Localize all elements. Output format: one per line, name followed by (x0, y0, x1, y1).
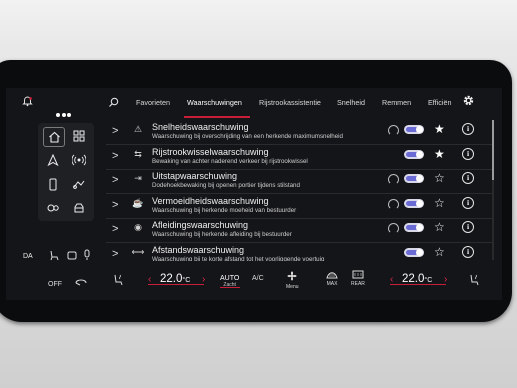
search-icon[interactable] (108, 97, 119, 108)
navigation-icon[interactable] (43, 151, 63, 169)
fan-icon (287, 271, 297, 281)
row-subtitle: Bewaking van achter naderend verkeer bij… (152, 157, 308, 165)
list-item[interactable]: > ⇆ Rijstrookwisselwaarschuwing Bewaking va… (106, 145, 492, 170)
temp-left-indicator (148, 284, 204, 285)
row-title: Afstandswaarschuwing (152, 244, 245, 255)
media-icon[interactable] (69, 175, 89, 193)
recirculation-icon[interactable] (74, 277, 88, 287)
distraction-icon: ◉ (134, 222, 142, 232)
chevron-right-icon[interactable]: > (112, 248, 118, 260)
row-subtitle: Waarschuwing bij herkende moeheid van be… (152, 206, 297, 214)
seat-icon[interactable] (48, 249, 60, 261)
list-item[interactable]: > ☕ Vermoeidheidswaarschuwing Waarschuwing … (106, 194, 492, 219)
fatigue-icon: ☕ (132, 197, 144, 208)
feature-toggle[interactable] (404, 223, 424, 232)
language-indicator[interactable]: DA (23, 253, 33, 260)
list-item[interactable]: > ⚠ Snelheidswaarschuwing Waarschuwing bij … (106, 120, 492, 145)
chevron-right-icon[interactable]: > (112, 223, 118, 235)
info-icon[interactable]: i (462, 123, 474, 135)
distance-icon: ⟷ (131, 246, 145, 257)
feature-toggle[interactable] (404, 198, 424, 208)
info-icon[interactable]: i (462, 221, 474, 233)
tab-favorieten[interactable]: Favorieten (136, 98, 170, 107)
seat-heating-left-icon[interactable] (112, 273, 124, 287)
info-icon[interactable]: i (462, 245, 474, 258)
info-icon[interactable]: i (462, 172, 474, 184)
star-outline-icon[interactable]: ☆ (434, 220, 445, 234)
gear-icon[interactable] (462, 94, 475, 107)
list-item[interactable]: > ◉ Afleidingswaarschuwing Waarschuwing bij… (106, 218, 492, 243)
chevron-right-icon[interactable]: > (112, 174, 118, 186)
rear-defrost-icon (352, 270, 364, 279)
row-title: Afleidingswaarschuwing (152, 220, 249, 230)
chevron-right-icon[interactable]: > (112, 150, 118, 162)
lane-change-icon: ⇆ (134, 148, 142, 159)
auto-mode-icon[interactable] (388, 223, 399, 234)
radio-icon[interactable] (69, 151, 89, 169)
phone-icon[interactable] (43, 175, 63, 193)
row-subtitle: Waarschuwing bij overschrijding van een … (152, 133, 343, 140)
star-outline-icon[interactable]: ☆ (434, 245, 445, 259)
vehicle-icon[interactable] (69, 199, 89, 217)
feature-toggle[interactable] (404, 125, 424, 134)
front-defrost-icon (326, 272, 338, 279)
active-tab-indicator (184, 116, 250, 118)
vehicle-status-icon[interactable] (66, 249, 78, 261)
microphone-icon[interactable] (82, 249, 92, 261)
auto-mode-icon[interactable] (388, 125, 399, 136)
rear-defrost-button[interactable]: REAR (351, 270, 365, 287)
climate-menu-button[interactable]: Menu (286, 270, 299, 290)
row-title: Rijstrookwisselwaarschuwing (152, 146, 269, 157)
info-icon[interactable]: i (462, 147, 474, 160)
auto-indicator (220, 287, 240, 288)
max-defrost-button[interactable]: MAX (326, 270, 338, 287)
star-outline-icon[interactable]: ☆ (434, 171, 445, 185)
tab-rijstrookassistentie[interactable]: Rijstrookassistentie (259, 98, 321, 107)
star-filled-icon[interactable]: ★ (434, 122, 445, 136)
row-title: Vermoeidheidswaarschuwing (152, 195, 269, 206)
temp-right-indicator (390, 284, 446, 285)
feature-toggle[interactable] (404, 247, 424, 257)
tab-snelheid[interactable]: Snelheid (337, 98, 365, 107)
infotainment-screen: Favorieten Waarschuwingen Rijstrookassis… (6, 88, 502, 300)
climate-off-button[interactable]: OFF (48, 281, 62, 288)
ac-button[interactable]: A/C (252, 275, 264, 282)
auto-mode-icon[interactable] (388, 174, 399, 185)
row-title: Uitstapwaarschuwing (152, 171, 238, 181)
seat-heating-right-icon[interactable] (468, 273, 480, 287)
scrollbar-thumb[interactable] (492, 120, 494, 180)
quick-access-panel (38, 123, 94, 221)
row-subtitle: Waarschuwing bij te korte afstand tot he… (152, 255, 325, 261)
list-item[interactable]: > ⇥ Uitstapwaarschuwing Dodehoekbewaking bi… (106, 169, 492, 194)
exit-warning-icon: ⇥ (134, 173, 142, 183)
feature-toggle[interactable] (404, 149, 424, 159)
tab-efficientie[interactable]: Efficiën (428, 98, 452, 107)
home-icon[interactable] (43, 127, 65, 147)
feature-toggle[interactable] (404, 174, 424, 183)
speed-warning-icon: ⚠ (133, 124, 143, 134)
star-filled-icon[interactable]: ★ (434, 147, 445, 161)
auto-mode-icon[interactable] (388, 198, 399, 210)
tab-remmen[interactable]: Remmen (382, 98, 411, 107)
chevron-right-icon[interactable]: > (112, 199, 118, 211)
star-outline-icon[interactable]: ☆ (434, 196, 445, 210)
info-icon[interactable]: i (462, 196, 474, 209)
row-subtitle: Dodehoekbewaking bij openen portier tijd… (152, 182, 300, 189)
page-indicator[interactable] (56, 104, 73, 122)
top-bar: Favorieten Waarschuwingen Rijstrookassis… (6, 88, 502, 117)
row-title: Snelheidswaarschuwing (152, 122, 249, 132)
list-item[interactable]: > ⟷ Afstandswaarschuwing Waarschuwing bij t… (106, 243, 492, 261)
tab-waarschuwingen[interactable]: Waarschuwingen (187, 98, 242, 107)
chevron-right-icon[interactable]: > (112, 125, 118, 137)
apps-grid-icon[interactable] (69, 127, 89, 145)
row-subtitle: Waarschuwing bij herkende afleiding bij … (152, 231, 292, 238)
car-settings-icon[interactable] (43, 199, 63, 217)
notification-bell-icon[interactable] (22, 96, 33, 107)
